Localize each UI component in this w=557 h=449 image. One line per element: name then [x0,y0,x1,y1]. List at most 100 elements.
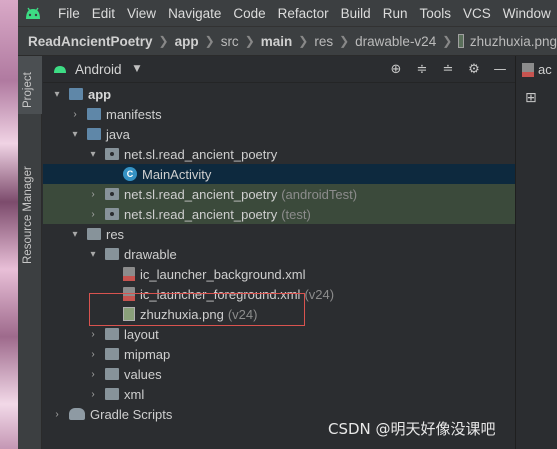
chevron-right-icon: ❯ [244,34,255,48]
tree-row[interactable]: › layout [43,324,515,344]
annotation-highlight-box [89,293,305,326]
tree-row-suffix: (androidTest) [281,186,358,202]
editor-tab[interactable]: ac [522,62,552,77]
tree-row-label: app [88,86,112,102]
hide-panel-icon[interactable]: — [491,60,509,78]
chevron-down-icon[interactable]: ▾ [69,229,81,240]
menu-refactor[interactable]: Refactor [272,6,335,21]
chevron-down-icon[interactable]: ▾ [51,89,63,100]
tree-row[interactable]: › mipmap [43,344,515,364]
breadcrumb-module[interactable]: app [175,34,199,49]
breadcrumb-res[interactable]: res [314,34,333,49]
package-icon [105,148,119,160]
chevron-right-icon[interactable]: › [87,189,99,200]
chevron-down-icon[interactable]: ▾ [87,249,99,260]
tree-row-label: mipmap [124,346,171,362]
folder-icon [105,348,119,360]
chevron-right-icon[interactable]: › [87,389,99,400]
folder-icon [105,328,119,340]
tree-row-label: java [106,126,130,142]
menu-navigate[interactable]: Navigate [162,6,227,21]
chevron-right-icon[interactable]: › [51,409,63,420]
tree-row[interactable]: ▾ drawable [43,244,515,264]
tree-row-label: manifests [106,106,162,122]
xml-file-icon [123,267,135,281]
structure-grid-icon[interactable]: ⊞ [525,90,537,106]
chevron-right-icon: ❯ [158,34,169,48]
project-tool-window: Android ▼ ⊕ ≑ ≐ ⚙ — ▾ app › manifests ▾ java ▾… [43,56,515,449]
menu-edit[interactable]: Edit [86,6,121,21]
tree-row-label: MainActivity [142,166,212,182]
tree-row[interactable]: › manifests [43,104,515,124]
resource-manager-tab-label: Resource Manager [22,166,34,264]
tree-row[interactable]: ▾ app [43,84,515,104]
xml-file-icon [522,62,534,77]
desktop-wallpaper-strip [0,0,18,449]
resource-manager-tool-tab[interactable]: Resource Manager [18,138,42,268]
watermark-text: CSDN @明天好像没课吧 [328,420,496,438]
left-tool-window-strip: Project Resource Manager [18,56,42,449]
breadcrumb-src[interactable]: src [221,34,239,49]
menu-bar: File Edit View Navigate Code Refactor Build Run… [18,0,557,26]
menu-window[interactable]: Window [497,6,557,21]
chevron-right-icon[interactable]: › [87,329,99,340]
tree-row-label: Gradle Scripts [90,406,173,422]
collapse-all-icon[interactable]: ≐ [439,60,457,78]
menu-tools[interactable]: Tools [413,6,457,21]
gear-icon[interactable]: ⚙ [465,60,483,78]
project-tool-tab-label: Project [22,72,34,108]
tree-row[interactable]: › values [43,364,515,384]
chevron-down-icon[interactable]: ▾ [69,129,81,140]
chevron-right-icon: ❯ [298,34,309,48]
menu-run[interactable]: Run [377,6,414,21]
module-folder-icon [69,88,83,100]
breadcrumb-drawable[interactable]: drawable-v24 [355,34,436,49]
tree-row[interactable]: › xml [43,384,515,404]
package-icon [105,188,119,200]
navigation-breadcrumb: ReadAncientPoetry ❯ app ❯ src ❯ main ❯ res ❯ … [18,26,557,56]
breadcrumb-main[interactable]: main [261,34,293,49]
gradle-icon [69,408,85,420]
breadcrumb-project[interactable]: ReadAncientPoetry [28,34,153,49]
menu-view[interactable]: View [121,6,162,21]
tree-row[interactable]: C MainActivity [43,164,515,184]
breadcrumb-file[interactable]: zhuzhuxia.png [470,34,557,49]
tree-row-suffix: (test) [281,206,311,222]
tree-row[interactable]: › net.sl.read_ancient_poetry (test) [43,204,515,224]
tree-row[interactable]: ▾ net.sl.read_ancient_poetry [43,144,515,164]
tree-row[interactable]: ▾ res [43,224,515,244]
tree-row-label: net.sl.read_ancient_poetry [124,186,278,202]
chevron-right-icon[interactable]: › [87,369,99,380]
folder-icon [87,228,101,240]
chevron-right-icon[interactable]: › [87,349,99,360]
tree-row-label: ic_launcher_background.xml [140,266,306,282]
chevron-right-icon[interactable]: › [87,209,99,220]
tree-row-suffix: (v24) [304,286,335,302]
locate-file-icon[interactable]: ⊕ [387,60,405,78]
tree-row[interactable]: ▾ java [43,124,515,144]
menu-build[interactable]: Build [335,6,377,21]
tree-row-label: values [124,366,162,382]
tree-row-label: layout [124,326,159,342]
chevron-right-icon: ❯ [339,34,350,48]
menu-code[interactable]: Code [227,6,271,21]
android-icon [54,66,66,73]
editor-tab-label: ac [538,62,552,77]
menu-vcs[interactable]: VCS [457,6,497,21]
source-folder-icon [87,108,101,120]
tree-row[interactable]: ic_launcher_background.xml [43,264,515,284]
expand-all-icon[interactable]: ≑ [413,60,431,78]
chevron-down-icon[interactable]: ▾ [87,149,99,160]
tree-row-label: net.sl.read_ancient_poetry [124,146,278,162]
android-studio-logo-icon [26,7,40,19]
chevron-right-icon[interactable]: › [69,109,81,120]
folder-icon [105,248,119,260]
chevron-down-icon[interactable]: ▼ [134,64,141,74]
chevron-right-icon: ❯ [204,34,215,48]
tree-row-label: net.sl.read_ancient_poetry [124,206,278,222]
project-view-selector[interactable]: Android [75,62,122,77]
tree-row[interactable]: › net.sl.read_ancient_poetry (androidTest) [43,184,515,204]
project-tool-tab[interactable]: Project [18,56,42,114]
chevron-right-icon: ❯ [442,34,453,48]
menu-file[interactable]: File [52,6,86,21]
